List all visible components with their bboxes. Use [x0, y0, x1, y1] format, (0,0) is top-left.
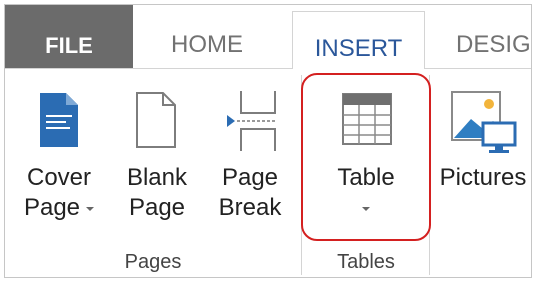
ribbon-frame: FILE HOME DESIG INSERT Cover Page Blank … — [4, 4, 532, 278]
chevron-down-icon — [362, 206, 370, 211]
page-break-button[interactable]: Page Break — [207, 89, 293, 239]
table-dropdown-arrow — [307, 193, 425, 223]
tab-design[interactable]: DESIG — [442, 5, 531, 69]
page-break-label-line1: Page — [221, 164, 279, 191]
group-label-pages: Pages — [124, 251, 182, 273]
chevron-down-icon — [86, 206, 95, 211]
cover-page-button[interactable]: Cover Page — [11, 89, 107, 239]
group-separator — [429, 75, 430, 275]
blank-page-label-line2: Page — [128, 194, 186, 221]
table-button[interactable]: Table — [307, 89, 425, 239]
pictures-label: Pictures — [439, 164, 527, 191]
group-separator — [301, 75, 302, 275]
blank-page-label-line1: Blank — [126, 164, 188, 191]
cover-page-icon — [40, 93, 78, 147]
cover-page-label-line1: Cover — [26, 164, 92, 191]
page-break-label-line2: Break — [218, 194, 282, 221]
tab-file[interactable]: FILE — [5, 5, 133, 69]
ribbon-body: Cover Page Blank Page Page Break Pages T… — [5, 69, 531, 277]
blank-page-button[interactable]: Blank Page — [117, 89, 197, 239]
group-label-tables: Tables — [337, 251, 395, 273]
table-icon — [342, 93, 392, 145]
table-label: Table — [337, 164, 395, 191]
ribbon-tab-strip: FILE HOME DESIG INSERT — [5, 5, 531, 70]
tab-home[interactable]: HOME — [147, 5, 267, 69]
cover-page-label-line2: Page — [11, 193, 107, 223]
page-break-icon — [227, 91, 277, 151]
tab-insert[interactable]: INSERT — [292, 11, 425, 70]
pictures-button[interactable]: Pictures — [433, 89, 531, 239]
pictures-icon — [451, 91, 517, 153]
cover-page-label-text: Page — [23, 194, 81, 221]
blank-page-icon — [136, 92, 176, 148]
